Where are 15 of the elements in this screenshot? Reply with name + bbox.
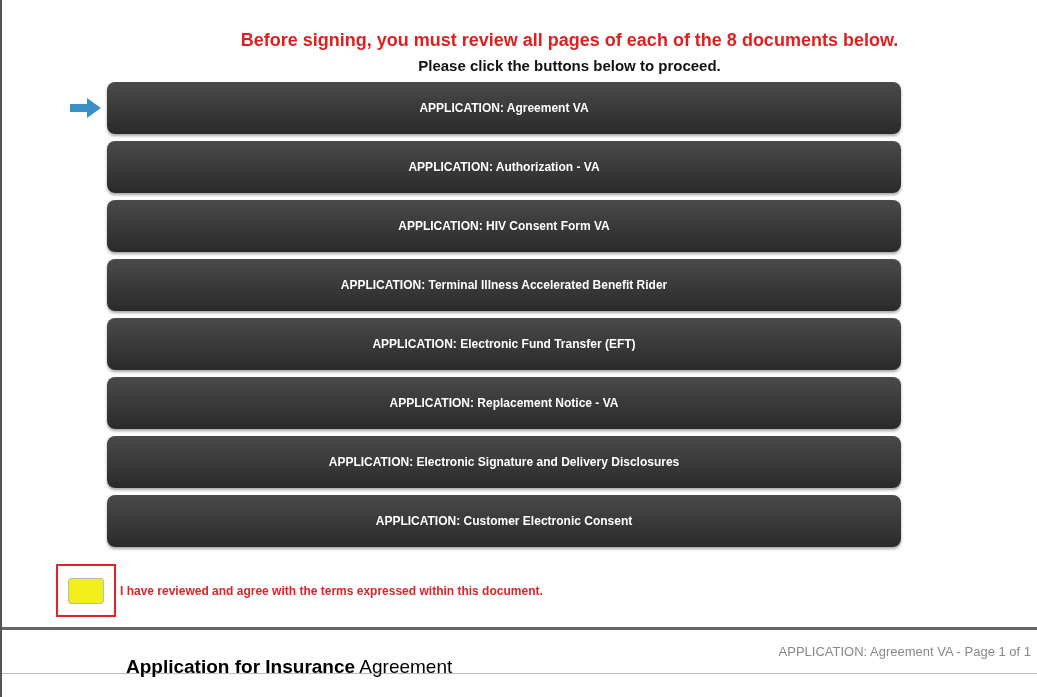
document-button[interactable]: APPLICATION: Authorization - VA [107,141,901,193]
document-button[interactable]: APPLICATION: Electronic Signature and Delivery Disclosures [107,436,901,488]
document-button[interactable]: APPLICATION: Customer Electronic Consent [107,495,901,547]
agree-label: I have reviewed and agree with the terms expressed within this document. [120,583,543,598]
document-button[interactable]: APPLICATION: Agreement VA [107,82,901,134]
instruction-warning: Before signing, you must review all pages of each of the 8 documents below. [240,30,899,51]
agree-checkbox[interactable] [68,577,104,604]
instruction-text: Please click the buttons below to proceed. [418,57,721,74]
document-title: Application for Insurance [126,656,356,677]
page-info: APPLICATION: Agreement VA - Page 1 of 1 [778,644,1031,661]
document-subtitle: Agreement [359,656,453,677]
document-button[interactable]: APPLICATION: Replacement Notice - VA [107,377,901,429]
document-button[interactable]: APPLICATION: Electronic Fund Transfer (EFT) [107,318,901,370]
document-button[interactable]: APPLICATION: HIV Consent Form VA [107,200,901,252]
document-button[interactable]: APPLICATION: Terminal Illness Accelerated Benefit Rider [107,259,901,311]
